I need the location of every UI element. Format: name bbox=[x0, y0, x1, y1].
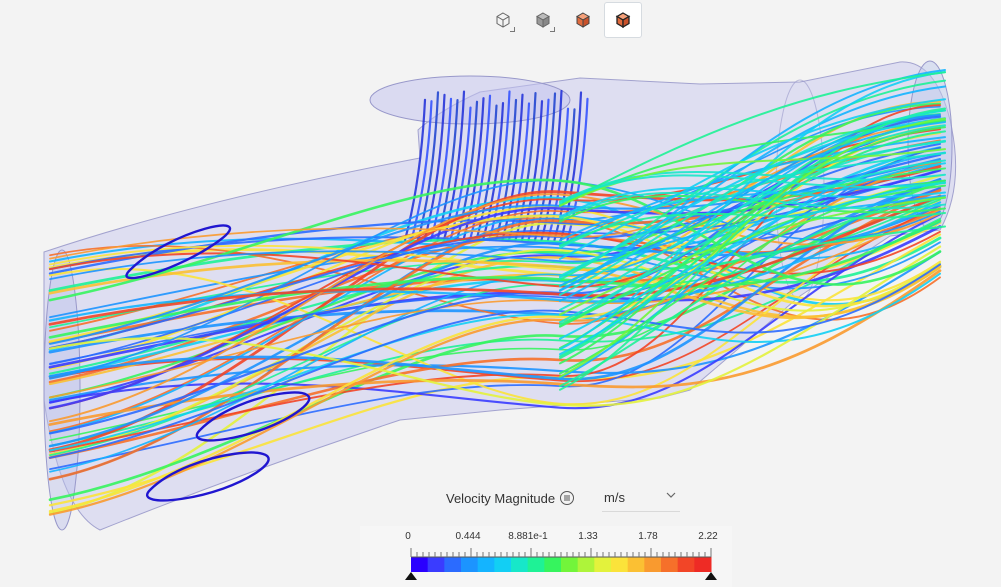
range-min-handle[interactable] bbox=[405, 572, 417, 580]
legend-title: Velocity Magnitude bbox=[446, 490, 556, 506]
shaded-orange-edges-cube-icon bbox=[615, 12, 631, 29]
chevron-down-icon bbox=[666, 492, 676, 498]
legend-color-swatch bbox=[477, 557, 495, 572]
legend-color-swatch bbox=[494, 557, 512, 572]
legend-color-swatch bbox=[511, 557, 529, 572]
view-mode-toolbar bbox=[484, 2, 642, 40]
legend-color-swatch bbox=[427, 557, 445, 572]
legend-color-swatch bbox=[444, 557, 462, 572]
legend-header: Velocity Magnitude m/s bbox=[432, 481, 694, 515]
legend-color-swatch bbox=[627, 557, 645, 572]
range-max-handle[interactable] bbox=[705, 572, 717, 580]
unit-select[interactable]: m/s bbox=[602, 483, 680, 512]
legend-color-swatch bbox=[411, 557, 429, 572]
shaded-view-button[interactable] bbox=[564, 2, 602, 38]
legend-color-swatch bbox=[561, 557, 579, 572]
legend-menu-icon[interactable] bbox=[560, 491, 575, 505]
legend-color-swatch bbox=[694, 557, 712, 572]
shaded-orange-cube-icon bbox=[576, 12, 590, 28]
legend-color-swatch bbox=[577, 557, 595, 572]
legend-color-swatch bbox=[527, 557, 545, 572]
unit-value: m/s bbox=[604, 489, 625, 505]
solid-view-button[interactable] bbox=[524, 2, 562, 38]
shaded-edges-view-button[interactable] bbox=[604, 2, 642, 38]
legend-colorbar bbox=[405, 548, 717, 580]
legend-color-swatch bbox=[677, 557, 695, 572]
legend-color-swatch bbox=[594, 557, 612, 572]
wireframe-view-button[interactable] bbox=[484, 2, 522, 38]
legend-color-swatch bbox=[461, 557, 479, 572]
color-legend: 0 0.444 8.881e-1 1.33 1.78 2.22 bbox=[360, 526, 732, 587]
legend-color-swatch bbox=[611, 557, 629, 572]
legend-color-swatch bbox=[644, 557, 662, 572]
legend-color-swatch bbox=[544, 557, 562, 572]
legend-color-swatch bbox=[661, 557, 679, 572]
